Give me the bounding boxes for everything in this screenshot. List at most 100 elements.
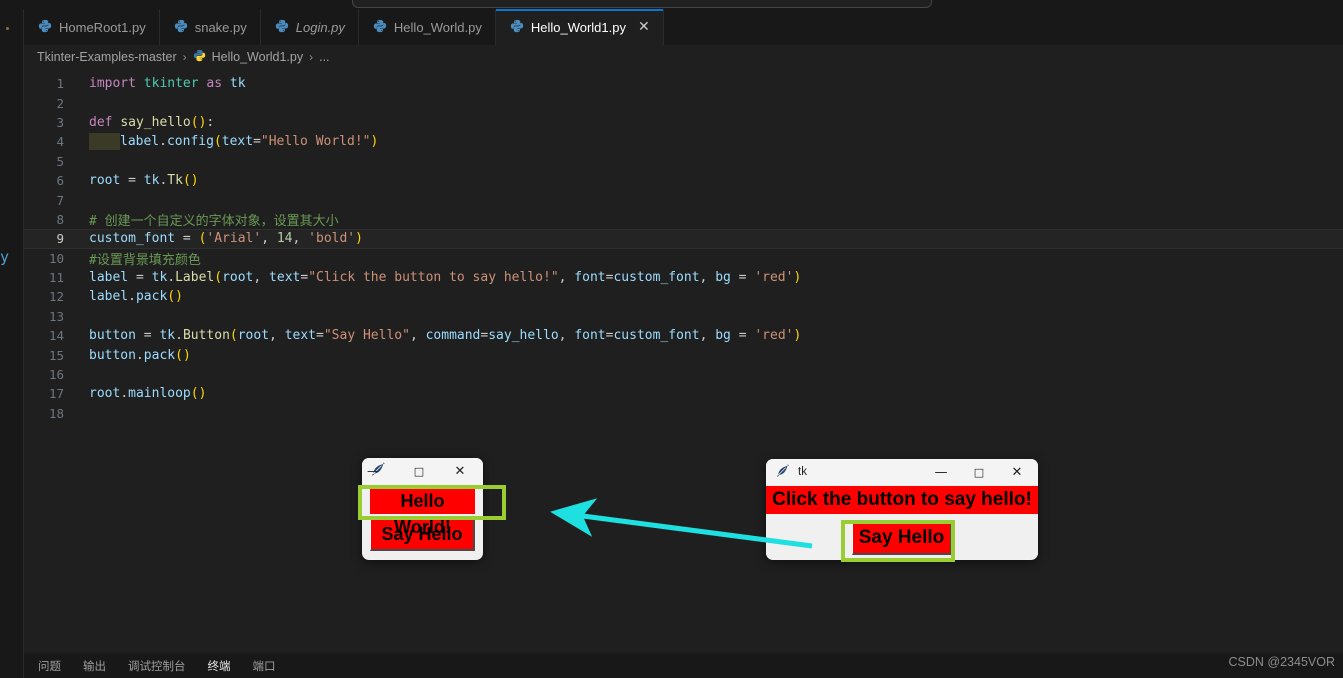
code-line-6[interactable]: 6 root = tk.Tk() (24, 171, 1343, 190)
tk-window-right-controls: — □ ✕ (922, 459, 1036, 485)
line-number: 8 (56, 211, 64, 227)
panel-tab[interactable]: 输出 (83, 658, 106, 674)
line-number: 11 (48, 270, 64, 286)
code-line-9[interactable]: 9 custom_font = ('Arial', 14, 'bold') (24, 229, 1343, 249)
editor-tab-hello_world-py[interactable]: Hello_World.py (358, 9, 496, 45)
tk-window-right[interactable]: tk — □ ✕ Click the button to say hello! … (766, 459, 1038, 560)
tk-window-right-titlebar[interactable]: tk — □ ✕ (766, 459, 1038, 485)
close-icon[interactable]: ✕ (638, 20, 650, 34)
code-text: # 创建一个自定义的字体对象，设置其大小 (89, 213, 339, 229)
code-line-4[interactable]: 4 label.config(text="Hello World!") (24, 132, 1343, 151)
code-text: custom_font = ('Arial', 14, 'bold') (89, 231, 363, 247)
panel-tab[interactable]: 终端 (208, 658, 231, 674)
line-number: 17 (48, 386, 64, 402)
tk-window-left[interactable]: — □ ✕ Hello World! Say Hello (362, 458, 483, 560)
code-editor[interactable]: 1 import tkinter as tk 2 3 def say_hello(): 4… (24, 68, 1343, 653)
code-text: root.mainloop() (89, 386, 207, 402)
editor-tab-bar: HomeRoot1.py snake.py Login.py Hello_World.… (24, 9, 1343, 45)
editor-tab-homeroot1-py[interactable]: HomeRoot1.py (24, 9, 160, 45)
code-text: label.config(text="Hello World!") (89, 133, 378, 151)
code-text: def say_hello(): (89, 114, 215, 130)
line-number: 12 (48, 289, 64, 305)
chevron-right-icon-2: › (309, 49, 314, 64)
code-text: import tkinter as tk (89, 76, 246, 92)
breadcrumb-item-symbol[interactable]: ... (319, 50, 329, 64)
code-text: root = tk.Tk() (89, 173, 199, 189)
tk-window-right-maximize[interactable]: □ (960, 459, 998, 485)
code-line-13[interactable]: 13 (24, 307, 1343, 326)
breadcrumb-item-folder[interactable]: Tkinter-Examples-master (37, 50, 177, 64)
code-line-16[interactable]: 16 (24, 365, 1343, 384)
editor-tab-label: Hello_World.py (393, 19, 482, 35)
tk-window-left-maximize[interactable]: □ (399, 458, 439, 484)
line-number: 5 (56, 153, 64, 169)
tk-window-left-titlebar[interactable]: — □ ✕ (362, 458, 483, 484)
feather-icon-2 (775, 464, 791, 480)
editor-tab-login-py[interactable]: Login.py (260, 9, 359, 45)
bottom-panel-tabs: 问题 输出 调试控制台 终端 端口 (24, 653, 1343, 678)
code-line-5[interactable]: 5 (24, 152, 1343, 171)
code-line-2[interactable]: 2 (24, 93, 1343, 112)
line-number: 1 (56, 76, 64, 92)
editor-tab-label: Hello_World1.py (530, 19, 626, 35)
code-text: label.pack() (89, 289, 183, 305)
command-palette-input[interactable] (352, 0, 932, 8)
code-line-18[interactable]: 18 (24, 404, 1343, 423)
editor-tab-hello_world1-py[interactable]: Hello_World1.py ✕ (495, 9, 664, 45)
tk-window-right-label: Click the button to say hello! (766, 486, 1038, 514)
tk-window-left-close[interactable]: ✕ (439, 458, 481, 484)
line-number: 13 (48, 308, 64, 324)
code-text: button = tk.Button(root, text="Say Hello… (89, 328, 802, 344)
code-line-11[interactable]: 11 label = tk.Label(root, text="Click the… (24, 268, 1343, 287)
breadcrumb-item-file[interactable]: Hello_World1.py (212, 50, 303, 64)
code-line-12[interactable]: 12 label.pack() (24, 287, 1343, 306)
line-number: 14 (48, 328, 64, 344)
tk-window-right-title: tk (798, 466, 807, 478)
editor-tab-label: snake.py (194, 19, 247, 35)
code-line-1[interactable]: 1 import tkinter as tk (24, 74, 1343, 93)
code-line-15[interactable]: 15 button.pack() (24, 345, 1343, 364)
tk-window-left-minimize[interactable]: — (364, 462, 382, 480)
code-line-7[interactable]: 7 (24, 190, 1343, 209)
panel-tab[interactable]: 调试控制台 (128, 658, 186, 674)
python-icon (38, 19, 52, 36)
code-content: 1 import tkinter as tk 2 3 def say_hello(): 4… (24, 74, 1343, 423)
panel-tab[interactable]: 问题 (38, 658, 61, 674)
chevron-right-icon: › (182, 49, 187, 64)
line-number: 6 (56, 173, 64, 189)
python-icon (510, 19, 524, 36)
python-icon (174, 19, 188, 36)
editor-tab-snake-py[interactable]: snake.py (159, 9, 261, 45)
tk-window-left-controls: □ ✕ (399, 458, 481, 484)
python-icon (193, 49, 206, 65)
tk-window-left-button[interactable]: Say Hello (370, 519, 475, 551)
line-number: 18 (48, 405, 64, 421)
code-line-17[interactable]: 17 root.mainloop() (24, 384, 1343, 403)
python-icon (373, 19, 387, 36)
code-line-10[interactable]: 10 #设置背景填充颜色 (24, 249, 1343, 268)
editor-tab-label: Login.py (295, 19, 345, 35)
code-line-14[interactable]: 14 button = tk.Button(root, text="Say Hel… (24, 326, 1343, 345)
code-text: #设置背景填充颜色 (89, 252, 201, 268)
line-number: 15 (48, 347, 64, 363)
editor-tab-label: HomeRoot1.py (59, 19, 146, 35)
code-line-8[interactable]: 8 # 创建一个自定义的字体对象，设置其大小 (24, 210, 1343, 229)
title-bar (0, 0, 1343, 9)
tk-window-right-body: Click the button to say hello! Say Hello (766, 486, 1038, 555)
tk-window-left-body: Hello World! Say Hello (362, 484, 483, 551)
tk-window-right-minimize[interactable]: — (922, 459, 960, 485)
minimap-glyph: y (0, 248, 10, 266)
line-number: 2 (56, 95, 64, 111)
code-text: button.pack() (89, 347, 191, 363)
code-line-3[interactable]: 3 def say_hello(): (24, 113, 1343, 132)
line-number: 4 (56, 134, 64, 150)
tk-window-right-close[interactable]: ✕ (998, 459, 1036, 485)
line-number: 16 (48, 367, 64, 383)
watermark: CSDN @2345VOR (1228, 655, 1335, 669)
vscode-window: y HomeRoot1.py snake.py Login.py Hello_Worl… (0, 0, 1343, 678)
python-icon (275, 19, 289, 36)
tk-window-right-button[interactable]: Say Hello (852, 522, 952, 555)
line-number: 7 (56, 192, 64, 208)
line-number: 3 (56, 114, 64, 130)
panel-tab[interactable]: 端口 (253, 658, 276, 674)
